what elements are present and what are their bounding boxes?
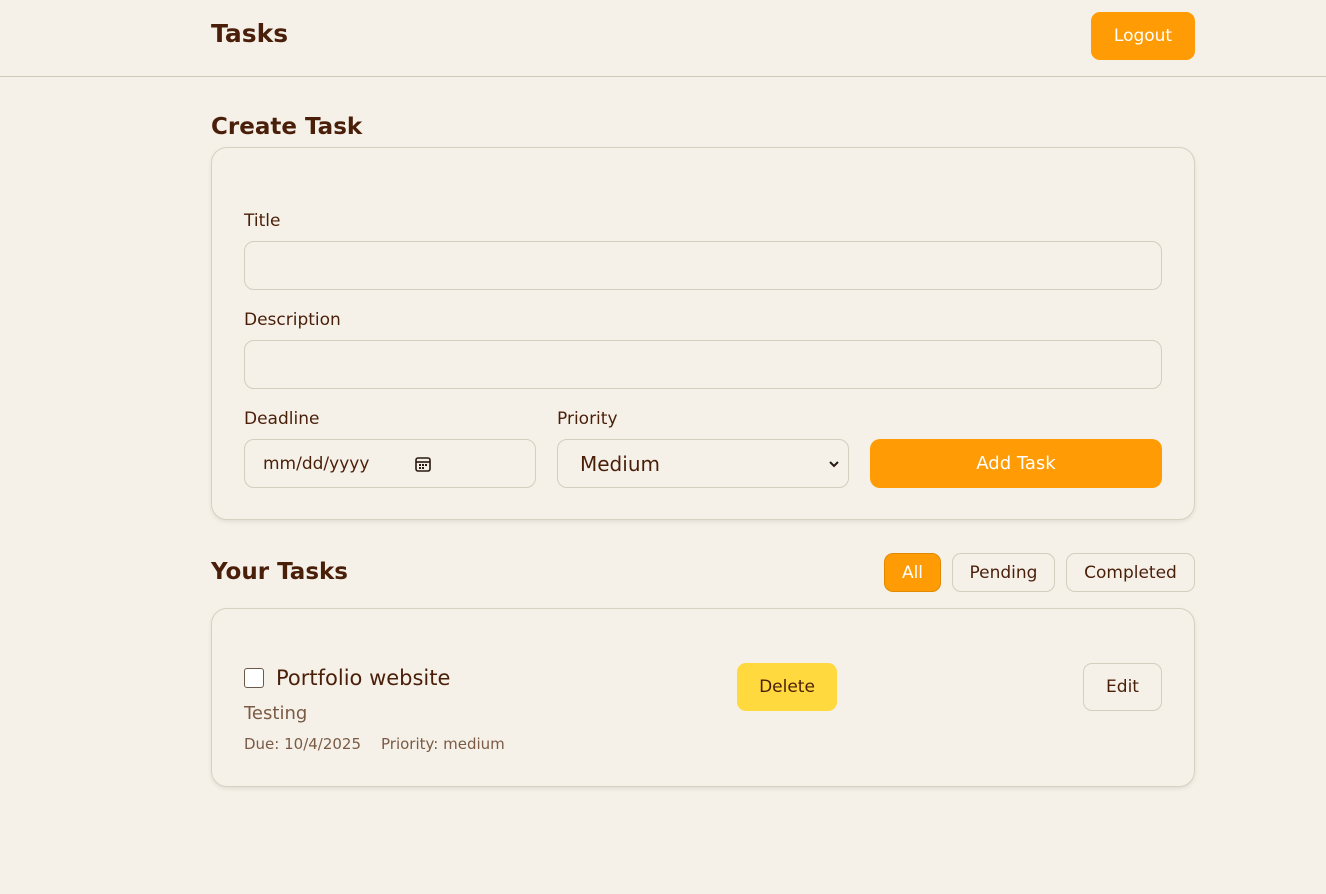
description-label: Description xyxy=(244,310,341,330)
title-label: Title xyxy=(244,211,281,231)
task-description: Testing xyxy=(244,703,308,724)
task-card: Portfolio website Testing Due: 10/4/2025… xyxy=(211,608,1195,787)
description-input[interactable] xyxy=(244,340,1162,389)
your-tasks-heading: Your Tasks xyxy=(211,559,348,585)
create-task-heading: Create Task xyxy=(211,114,363,140)
chevron-down-icon xyxy=(829,461,839,468)
deadline-input[interactable]: mm/dd/yyyy xyxy=(244,439,536,488)
priority-select[interactable]: Medium xyxy=(557,439,849,488)
deadline-placeholder: mm/dd/yyyy xyxy=(263,453,370,474)
task-due-date: Due: 10/4/2025 xyxy=(244,735,362,753)
title-input[interactable] xyxy=(244,241,1162,290)
edit-task-button[interactable]: Edit xyxy=(1083,663,1162,711)
add-task-button[interactable]: Add Task xyxy=(870,439,1162,488)
create-task-card: Title Description Deadline mm/dd/yyyy Pr… xyxy=(211,147,1195,520)
delete-task-button[interactable]: Delete xyxy=(737,663,837,711)
calendar-icon[interactable] xyxy=(414,455,432,473)
priority-label: Priority xyxy=(557,409,618,429)
page-title: Tasks xyxy=(211,19,289,48)
priority-selected-value: Medium xyxy=(580,451,660,476)
filter-completed-button[interactable]: Completed xyxy=(1066,553,1195,592)
task-complete-checkbox[interactable] xyxy=(244,668,264,688)
filter-pending-button[interactable]: Pending xyxy=(952,553,1055,592)
task-title: Portfolio website xyxy=(276,666,451,690)
deadline-label: Deadline xyxy=(244,409,320,429)
app-header: Tasks Logout xyxy=(0,0,1326,77)
filter-all-button[interactable]: All xyxy=(884,553,941,592)
task-priority: Priority: medium xyxy=(381,735,505,753)
logout-button[interactable]: Logout xyxy=(1091,12,1195,60)
